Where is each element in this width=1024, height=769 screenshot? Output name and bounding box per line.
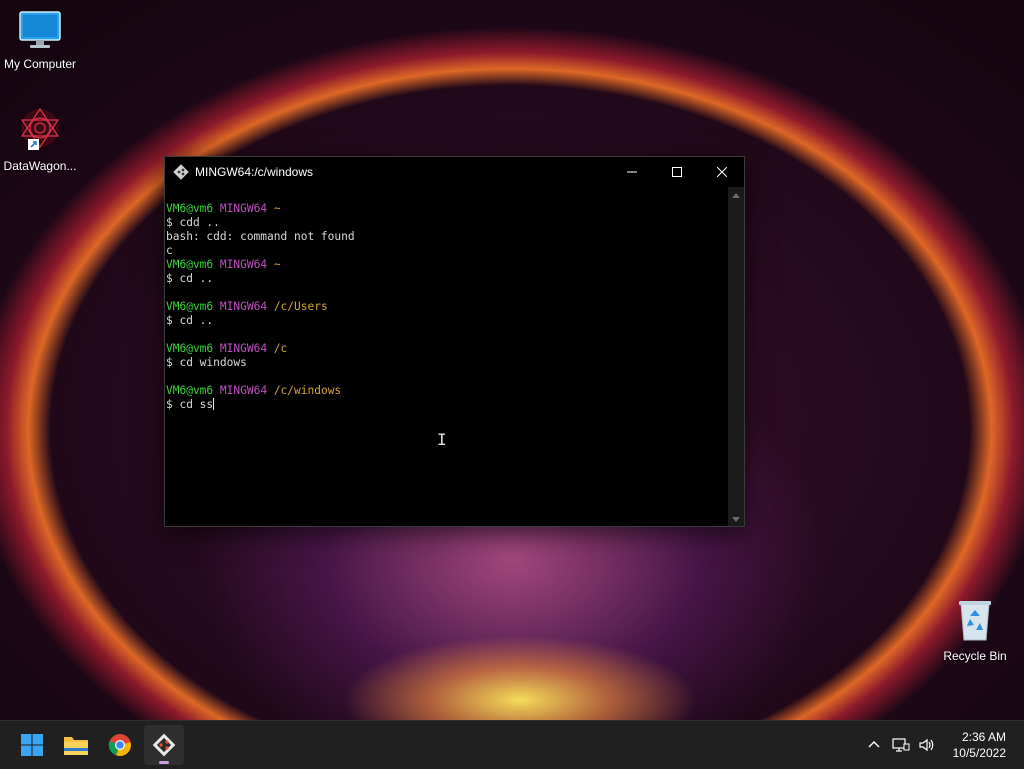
taskbar: 2:36 AM 10/5/2022	[0, 720, 1024, 769]
minimize-button[interactable]	[609, 157, 654, 187]
terminal-line: $ cdd ..	[166, 216, 728, 230]
desktop-icon-my-computer[interactable]: My Computer	[0, 10, 80, 71]
prompt-user: VM6@vm6	[166, 258, 214, 271]
close-button[interactable]	[699, 157, 744, 187]
recycle-bin-icon	[959, 601, 991, 641]
prompt-path: ~	[273, 258, 281, 271]
prompt-host: MINGW64	[219, 384, 268, 397]
terminal-output[interactable]: VM6@vm6 MINGW64 ~ $ cdd .. bash: cdd: comm…	[165, 187, 728, 526]
terminal-text: c	[166, 244, 173, 257]
maximize-button[interactable]	[654, 157, 699, 187]
file-explorer-icon	[64, 737, 88, 755]
desktop-icon-datawagon[interactable]: DataWagon...	[0, 106, 80, 173]
terminal-text: $ cdd ..	[166, 216, 220, 229]
terminal-line: VM6@vm6 MINGW64 /c	[166, 342, 728, 356]
start-icon	[21, 734, 43, 756]
terminal-line: $ cd ..	[166, 314, 728, 328]
wallpaper-glow	[300, 560, 740, 720]
taskbar-file-explorer[interactable]	[56, 725, 96, 765]
ibeam-cursor-icon: I	[437, 430, 447, 449]
system-tray	[866, 721, 936, 769]
desktop-icon-recycle-bin[interactable]: Recycle Bin	[935, 598, 1015, 663]
terminal-line: $ cd windows	[166, 356, 728, 370]
git-bash-icon	[152, 733, 176, 757]
terminal-text: $ cd ss	[166, 398, 214, 411]
prompt-host: MINGW64	[219, 342, 268, 355]
terminal-line: c	[166, 244, 728, 258]
network-icon[interactable]	[892, 737, 910, 753]
prompt-host: MINGW64	[219, 258, 268, 271]
scroll-down-icon[interactable]	[732, 517, 740, 522]
prompt-path: ~	[273, 202, 281, 215]
window-title: MINGW64:/c/windows	[195, 165, 314, 179]
terminal-line: $ cd ss	[166, 398, 728, 412]
git-bash-app-icon	[173, 164, 189, 180]
active-indicator	[159, 761, 169, 764]
terminal-line: VM6@vm6 MINGW64 ~	[166, 202, 728, 216]
terminal-text: $ cd ..	[166, 272, 214, 285]
prompt-user: VM6@vm6	[166, 202, 214, 215]
close-icon	[716, 167, 727, 177]
terminal-line	[166, 328, 728, 342]
taskbar-git-bash[interactable]	[144, 725, 184, 765]
prompt-path: /c/Users	[273, 300, 328, 313]
terminal-line: bash: cdd: command not found	[166, 230, 728, 244]
scroll-up-icon[interactable]	[732, 193, 740, 198]
prompt-path: /c	[273, 342, 288, 355]
text-caret	[213, 398, 215, 410]
prompt-host: MINGW64	[219, 300, 268, 313]
terminal-line	[166, 370, 728, 384]
terminal-line: VM6@vm6 MINGW64 ~	[166, 258, 728, 272]
prompt-user: VM6@vm6	[166, 342, 214, 355]
terminal-scrollbar[interactable]	[728, 187, 744, 526]
taskbar-clock[interactable]: 2:36 AM 10/5/2022	[953, 729, 1006, 761]
terminal-text: bash: cdd: command not found	[166, 230, 355, 243]
chrome-icon	[108, 734, 131, 757]
terminal-line: $ cd ..	[166, 272, 728, 286]
terminal-window[interactable]: MINGW64:/c/windows VM6@vm6 MINGW64 ~ $ cd…	[164, 156, 745, 527]
terminal-line: VM6@vm6 MINGW64 /c/Users	[166, 300, 728, 314]
terminal-text: $ cd ..	[166, 314, 214, 327]
volume-icon[interactable]	[918, 737, 936, 753]
desktop-icon-label: My Computer	[3, 57, 77, 71]
prompt-path: /c/windows	[273, 384, 342, 397]
desktop-icon-label: Recycle Bin	[943, 649, 1007, 663]
prompt-user: VM6@vm6	[166, 384, 214, 397]
prompt-user: VM6@vm6	[166, 300, 214, 313]
window-titlebar[interactable]: MINGW64:/c/windows	[165, 157, 744, 187]
minimize-icon	[626, 171, 637, 173]
desktop-icon-label: DataWagon...	[3, 159, 77, 173]
clock-date: 10/5/2022	[952, 746, 1006, 760]
monitor-icon	[19, 11, 61, 48]
start-button[interactable]	[12, 725, 52, 765]
taskbar-chrome[interactable]	[100, 725, 140, 765]
terminal-text: $ cd windows	[166, 356, 247, 369]
terminal-line	[166, 286, 728, 300]
clock-time: 2:36 AM	[961, 730, 1006, 744]
datawagon-shortcut-icon	[20, 107, 60, 150]
chevron-up-icon[interactable]	[866, 737, 882, 753]
prompt-host: MINGW64	[219, 202, 268, 215]
maximize-icon	[671, 167, 682, 177]
terminal-line: VM6@vm6 MINGW64 /c/windows	[166, 384, 728, 398]
